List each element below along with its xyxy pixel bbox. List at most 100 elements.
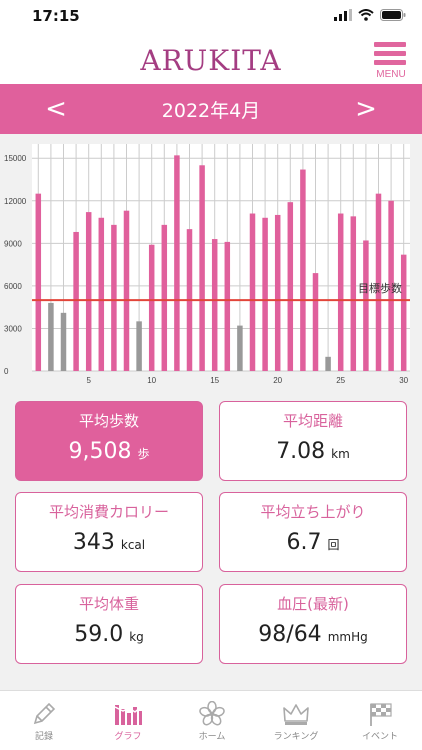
status-time: 17:15 xyxy=(32,7,80,25)
pencil-icon xyxy=(33,702,56,725)
y-tick-label: 12000 xyxy=(4,197,27,206)
y-tick-label: 0 xyxy=(4,367,9,376)
stat-title: 血圧(最新) xyxy=(277,595,349,613)
chart-bar xyxy=(312,273,319,371)
stat-unit: mmHg xyxy=(327,630,368,644)
stat-value-row: 343 kcal xyxy=(16,530,202,555)
stat-value: 7.08 xyxy=(276,439,326,464)
chart-bar xyxy=(274,214,281,371)
chart-bar xyxy=(111,224,117,371)
chart-bar xyxy=(300,169,306,371)
bar-chart-icon xyxy=(114,705,142,725)
chart-bar xyxy=(148,244,155,371)
chart-bar xyxy=(60,312,67,371)
chart-bar xyxy=(35,193,42,371)
chart-bar xyxy=(136,321,142,371)
chart-bar xyxy=(262,217,268,371)
chart-bar xyxy=(400,254,407,371)
stat-value: 59.0 xyxy=(74,622,124,647)
chart-bar xyxy=(224,241,231,371)
chart-bar xyxy=(363,240,369,371)
chart-bar xyxy=(161,224,168,371)
tab-label: ランキング xyxy=(273,732,319,742)
chart-bar xyxy=(199,165,205,371)
stat-title: 平均消費カロリー xyxy=(48,503,169,521)
y-tick-label: 6000 xyxy=(4,282,22,291)
chart-bar xyxy=(123,210,130,371)
stat-value: 6.7 xyxy=(286,530,322,555)
x-tick-label: 25 xyxy=(336,376,345,385)
avg-distance-card[interactable]: 平均距離 7.08 km xyxy=(219,401,407,481)
tab-graph[interactable]: グラフ xyxy=(86,691,170,750)
tab-label: グラフ xyxy=(114,732,142,742)
menu-label: MENU xyxy=(376,69,406,80)
bottom-tab-bar: 記録 グラフ ホーム ランキング イベント xyxy=(0,690,422,750)
month-navigation: < 2022年4月 > xyxy=(0,84,422,134)
steps-chart: 0 3000 6000 9000 12000 15000 目標歩数 5 10 15 20 25 30 xyxy=(0,134,422,392)
blood-pressure-card[interactable]: 血圧(最新) 98/64 mmHg xyxy=(219,584,407,664)
stat-title: 平均歩数 xyxy=(78,412,139,430)
stat-title: 平均距離 xyxy=(282,412,343,430)
chart-bar xyxy=(211,239,218,371)
chart-bar xyxy=(237,325,243,371)
tab-label: ホーム xyxy=(198,732,226,742)
chart-bar xyxy=(174,155,180,371)
tab-ranking[interactable]: ランキング xyxy=(254,691,338,750)
chart-bar xyxy=(287,202,294,371)
tab-event[interactable]: イベント xyxy=(338,691,422,750)
stat-unit: km xyxy=(331,447,350,461)
status-icons xyxy=(334,9,406,21)
stat-value-row: 98/64 mmHg xyxy=(220,622,406,647)
tab-label: 記録 xyxy=(34,732,53,742)
stat-unit: kcal xyxy=(120,538,146,552)
x-tick-label: 5 xyxy=(86,376,91,385)
chart-bar xyxy=(73,231,79,371)
stat-value-row: 6.7 回 xyxy=(220,530,406,555)
goal-label: 目標歩数 xyxy=(358,281,402,295)
chart-bar xyxy=(337,213,344,371)
flower-icon xyxy=(199,701,225,726)
avg-standups-card[interactable]: 平均立ち上がり 6.7 回 xyxy=(219,492,407,572)
chart-bar xyxy=(48,302,54,371)
chart-bar xyxy=(325,356,331,371)
stat-value: 98/64 xyxy=(258,622,322,647)
y-tick-label: 3000 xyxy=(4,324,22,333)
steps-chart-svg: 0 3000 6000 9000 12000 15000 目標歩数 5 10 15 20 25 30 xyxy=(4,144,410,385)
checkered-flag-icon xyxy=(370,703,392,726)
stat-value: 9,508 xyxy=(68,439,132,464)
stat-title: 平均立ち上がり xyxy=(260,503,366,521)
x-tick-label: 30 xyxy=(399,376,408,385)
app-logo: ARUKITA xyxy=(140,44,282,77)
battery-icon xyxy=(380,9,406,21)
chart-bar xyxy=(85,212,92,371)
next-month-button[interactable]: > xyxy=(346,91,386,127)
stat-value-row: 59.0 kg xyxy=(16,622,202,647)
stat-unit: 回 xyxy=(327,538,340,552)
y-tick-label: 15000 xyxy=(4,154,27,163)
stat-unit: 歩 xyxy=(137,447,150,461)
stat-title: 平均体重 xyxy=(78,595,139,613)
tab-label: イベント xyxy=(361,732,398,742)
menu-icon-bar xyxy=(374,42,406,47)
crown-icon xyxy=(283,704,309,725)
app-header: ARUKITA MENU xyxy=(0,34,422,84)
tab-home[interactable]: ホーム xyxy=(170,691,254,750)
stat-unit: kg xyxy=(129,630,144,644)
x-tick-label: 10 xyxy=(147,376,156,385)
menu-icon-bar xyxy=(374,51,406,56)
y-tick-label: 9000 xyxy=(4,239,22,248)
chart-bar xyxy=(98,217,105,371)
tab-record[interactable]: 記録 xyxy=(2,691,86,750)
chart-bar xyxy=(350,216,357,371)
status-bar: 17:15 xyxy=(0,0,422,34)
avg-steps-card[interactable]: 平均歩数 9,508 歩 xyxy=(15,401,203,481)
x-tick-label: 15 xyxy=(210,376,219,385)
avg-calories-card[interactable]: 平均消費カロリー 343 kcal xyxy=(15,492,203,572)
menu-icon-bar xyxy=(374,60,406,65)
menu-button[interactable]: MENU xyxy=(372,40,410,82)
stat-value-row: 9,508 歩 xyxy=(16,439,202,464)
signal-icon xyxy=(334,9,352,21)
wifi-icon xyxy=(358,9,374,21)
avg-weight-card[interactable]: 平均体重 59.0 kg xyxy=(15,584,203,664)
stat-value: 343 xyxy=(72,530,115,555)
